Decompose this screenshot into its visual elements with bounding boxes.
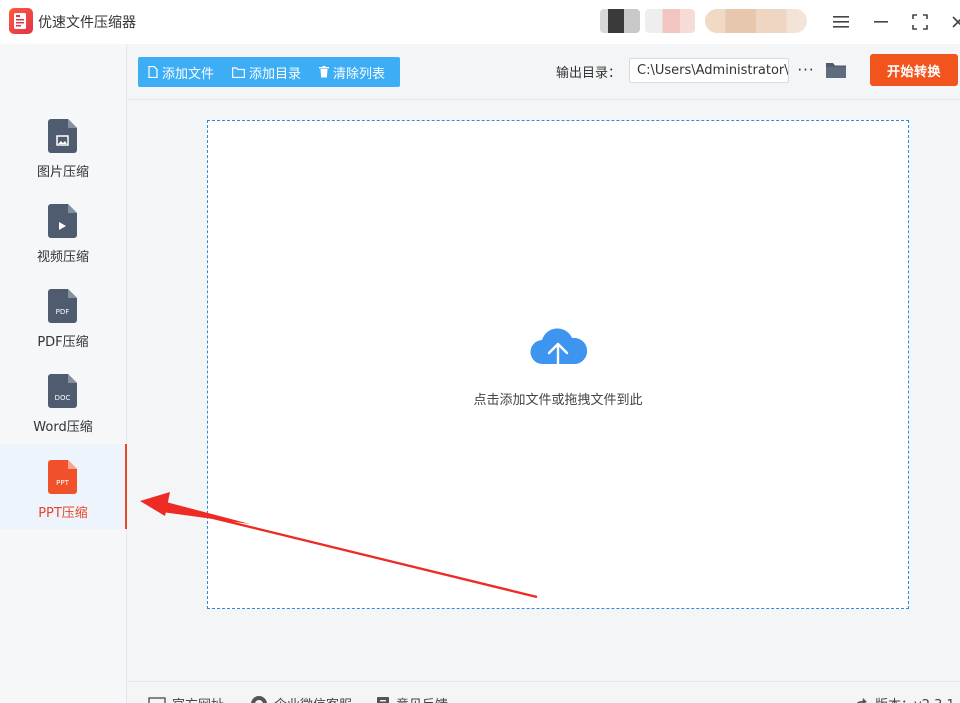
image-file-icon [48, 119, 77, 153]
start-convert-button[interactable]: 开始转换 [870, 54, 958, 86]
app-title: 优速文件压缩器 [38, 15, 136, 31]
cloud-upload-icon [530, 328, 588, 374]
more-options-button[interactable]: ··· [796, 59, 816, 81]
feedback-icon [377, 696, 389, 703]
sidebar-item-label: PDF压缩 [37, 335, 89, 350]
title-bar: 优速文件压缩器 [0, 0, 960, 44]
user-name [645, 9, 695, 33]
user-avatar[interactable] [600, 9, 640, 33]
footer-bar: 官方网址 企业微信客服 意见反馈 版本：v2.3.1 [128, 681, 960, 703]
minimize-icon[interactable] [869, 10, 893, 34]
sidebar-item-label: 视频压缩 [36, 250, 89, 265]
version-label: 版本：v2.3.1 [875, 694, 955, 703]
user-account-badge[interactable] [705, 9, 807, 33]
feedback-label: 意见反馈 [396, 694, 448, 703]
sidebar-item-ppt-compress[interactable]: PPT PPT压缩 [0, 444, 127, 529]
pdf-badge: PDF [56, 308, 70, 316]
trash-icon [319, 66, 330, 78]
close-icon[interactable] [946, 10, 960, 34]
add-file-button[interactable]: 添加文件 [138, 57, 222, 87]
doc-file-icon: DOC [48, 374, 77, 408]
file-drop-zone[interactable]: 点击添加文件或拖拽文件到此 [207, 120, 909, 609]
ppt-file-icon: PPT [48, 460, 77, 494]
official-website-link[interactable]: 官方网址 [148, 694, 224, 703]
sidebar-item-label: Word压缩 [33, 420, 93, 435]
website-label: 官方网址 [172, 694, 224, 703]
refresh-icon [856, 697, 867, 703]
sidebar-item-label: PPT压缩 [38, 506, 88, 521]
version-info[interactable]: 版本：v2.3.1 [853, 694, 955, 703]
clear-list-button[interactable]: 清除列表 [309, 57, 393, 87]
feedback-link[interactable]: 意见反馈 [376, 694, 448, 703]
sidebar-item-video-compress[interactable]: 视频压缩 [0, 204, 126, 289]
menu-icon[interactable] [829, 10, 853, 34]
add-folder-button[interactable]: 添加目录 [222, 57, 309, 87]
toolbar: 添加文件 添加目录 清除列表 输出目录： C:\Users\Administra… [128, 44, 960, 100]
wechat-icon [251, 695, 267, 703]
clear-list-label: 清除列表 [333, 66, 386, 82]
pdf-file-icon: PDF [48, 289, 77, 323]
wechat-support-link[interactable]: 企业微信客服 [250, 694, 352, 703]
output-dir-input[interactable]: C:\Users\Administrator\ [629, 58, 789, 83]
open-folder-icon[interactable] [825, 60, 847, 80]
wechat-label: 企业微信客服 [274, 694, 352, 703]
folder-icon [232, 66, 246, 78]
output-dir-label: 输出目录： [556, 66, 622, 81]
drop-hint-text: 点击添加文件或拖拽文件到此 [473, 393, 643, 408]
video-file-icon [48, 204, 77, 238]
sidebar: 图片压缩 视频压缩 PDF PDF压缩 DOC Word压缩 PPT PPT压缩 [0, 44, 127, 703]
ppt-badge: PPT [56, 479, 69, 487]
monitor-icon [148, 696, 166, 703]
sidebar-item-label: 图片压缩 [36, 165, 89, 180]
sidebar-item-image-compress[interactable]: 图片压缩 [0, 119, 126, 204]
app-logo-icon [9, 8, 33, 34]
file-actions-group: 添加文件 添加目录 清除列表 [138, 57, 400, 87]
file-icon [148, 66, 158, 78]
maximize-icon[interactable] [908, 10, 932, 34]
sidebar-item-pdf-compress[interactable]: PDF PDF压缩 [0, 289, 126, 374]
add-folder-label: 添加目录 [249, 66, 302, 82]
doc-badge: DOC [55, 394, 71, 402]
add-file-label: 添加文件 [162, 66, 215, 82]
